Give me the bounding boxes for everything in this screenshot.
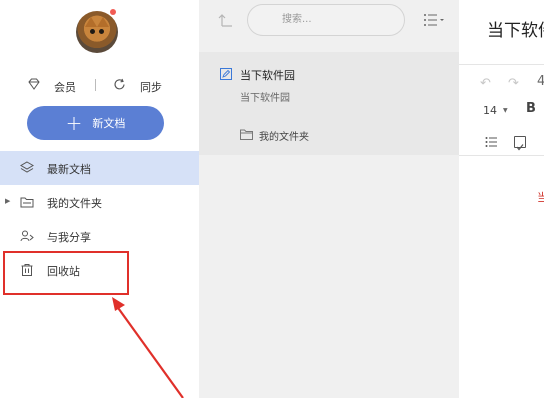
divider [459, 155, 544, 156]
document-preview: 当下软件园 [240, 93, 290, 104]
avatar-eye [90, 29, 95, 34]
expand-caret-icon[interactable]: ▶ [5, 197, 10, 205]
new-document-button[interactable]: + 新文档 [27, 106, 164, 140]
avatar-ear [85, 17, 97, 27]
new-document-label: 新文档 [92, 117, 126, 130]
search-input[interactable]: 搜索... [247, 4, 405, 36]
member-link[interactable]: 会员 [54, 79, 76, 95]
plus-icon: + [65, 111, 83, 135]
diamond-icon [28, 78, 40, 90]
user-avatar[interactable] [76, 11, 118, 53]
checkbox-icon[interactable] [514, 136, 526, 151]
divider [459, 64, 544, 65]
account-row: 会员 同步 [0, 76, 199, 96]
editor-content-text[interactable]: 当 [537, 189, 544, 205]
list-toolbar: 搜索... [199, 0, 459, 50]
avatar-ear [97, 17, 109, 27]
nav-item-my-folders[interactable]: ▶ 我的文件夹 [0, 185, 199, 219]
document-edit-icon [220, 68, 232, 80]
document-folder-label[interactable]: 我的文件夹 [259, 128, 309, 143]
avatar-eye [99, 29, 104, 34]
document-title-heading[interactable]: 当下软件 [487, 16, 544, 41]
sync-icon [114, 78, 125, 90]
nav-item-label: 最新文档 [47, 163, 91, 176]
nav-item-label: 与我分享 [47, 231, 91, 244]
undo-icon[interactable]: ↶ [480, 76, 491, 91]
divider [95, 79, 96, 91]
list-item-document[interactable]: 当下软件园 当下软件园 我的文件夹 [199, 52, 459, 155]
document-list-panel: 搜索... 当下软件园 当下软件园 我的文件夹 [199, 0, 459, 398]
sync-button[interactable]: 同步 [140, 79, 162, 95]
font-size-select[interactable]: 14 [483, 104, 497, 117]
back-up-icon[interactable] [218, 12, 234, 28]
nav-item-label: 我的文件夹 [47, 197, 102, 210]
editor-panel: 当下软件 ↶ ↷ 4 14 ▼ B 当 [459, 0, 544, 398]
folder-icon [240, 129, 253, 140]
share-user-icon [20, 230, 34, 242]
folder-icon [20, 197, 34, 208]
sidebar: 会员 同步 + 新文档 最新文档 ▶ 我的文件夹 与我分享 回收站 [0, 0, 199, 398]
annotation-highlight-box [3, 251, 129, 295]
layers-icon [20, 161, 34, 173]
redo-icon[interactable]: ↷ [508, 76, 519, 91]
chevron-down-icon[interactable]: ▼ [503, 107, 508, 114]
bullet-list-icon[interactable] [485, 136, 497, 148]
checkmark-icon [516, 144, 524, 151]
notification-dot [110, 9, 116, 15]
document-title: 当下软件园 [240, 69, 295, 82]
nav-item-recent[interactable]: 最新文档 [0, 151, 199, 185]
bold-button[interactable]: B [526, 101, 536, 116]
list-view-icon[interactable] [423, 13, 445, 27]
toolbar-heading-button[interactable]: 4 [537, 74, 544, 89]
nav-item-shared[interactable]: 与我分享 [0, 219, 199, 253]
